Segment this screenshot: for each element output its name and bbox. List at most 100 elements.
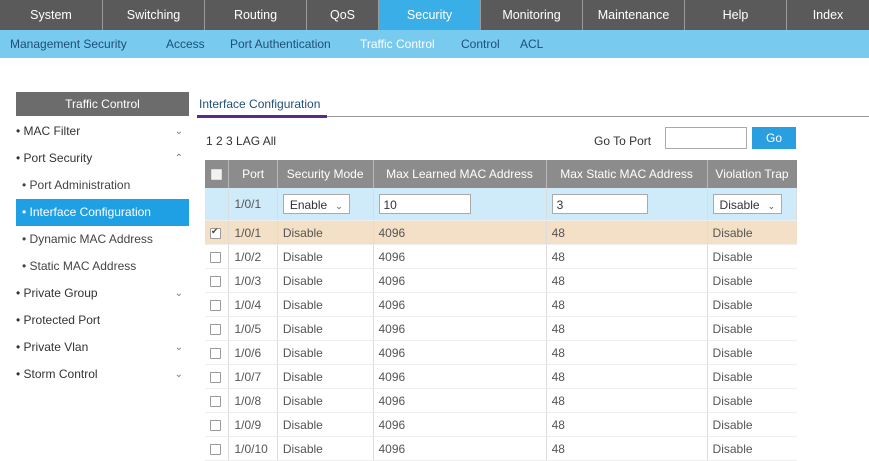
row-max-learned: 4096 <box>378 369 406 384</box>
row-security-mode: Disable <box>282 273 323 288</box>
nav-tab-monitoring[interactable]: Monitoring <box>481 0 583 30</box>
row-violation-trap: Disable <box>712 345 753 360</box>
table-row[interactable]: 1/0/6 Disable 4096 48 Disable <box>205 340 797 365</box>
table-row[interactable]: 1/0/2 Disable 4096 48 Disable <box>205 244 797 269</box>
row-checkbox[interactable] <box>210 419 221 431</box>
subnav-port-authentication[interactable]: Port Authentication <box>230 30 331 58</box>
row-checkbox[interactable] <box>210 251 221 263</box>
row-violation-trap-cell: Disable <box>707 412 797 437</box>
tab-interface-configuration[interactable]: Interface Configuration <box>199 97 320 111</box>
table-row[interactable]: 1/0/8 Disable 4096 48 Disable <box>205 388 797 413</box>
max-learned-mac-input[interactable]: 10 <box>378 194 471 214</box>
row-checkbox[interactable] <box>210 299 221 311</box>
row-max-learned-cell: 4096 <box>373 244 547 269</box>
edit-row-port: 1/0/1 <box>228 188 278 221</box>
sidebar-item-dynamic-mac-address[interactable]: • Dynamic MAC Address <box>16 226 189 253</box>
row-max-static-cell: 48 <box>546 364 708 389</box>
row-max-static: 48 <box>551 297 565 312</box>
chevron-down-icon: ⌄ <box>174 342 183 353</box>
select-all-header[interactable] <box>205 160 230 188</box>
sidebar-item-mac-filter[interactable]: • MAC Filter ⌄ <box>16 118 189 145</box>
row-security-mode-cell: Disable <box>277 340 374 365</box>
nav-tab-qos[interactable]: QoS <box>307 0 379 30</box>
goto-port-input[interactable] <box>665 127 747 149</box>
nav-tab-switching[interactable]: Switching <box>103 0 205 30</box>
row-violation-trap: Disable <box>712 297 753 312</box>
nav-tab-maintenance[interactable]: Maintenance <box>583 0 685 30</box>
header-security-mode: Security Mode <box>277 160 374 188</box>
sidebar-item-storm-control[interactable]: • Storm Control ⌄ <box>16 361 189 388</box>
row-security-mode: Disable <box>282 297 323 312</box>
nav-tab-security[interactable]: Security <box>379 0 481 30</box>
chevron-down-icon: ⌄ <box>335 201 343 211</box>
row-checkbox[interactable] <box>210 395 221 407</box>
row-max-learned: 4096 <box>378 321 406 336</box>
go-button[interactable]: Go <box>752 127 796 149</box>
subnav-acl[interactable]: ACL <box>520 30 543 58</box>
table-row[interactable]: 1/0/3 Disable 4096 48 Disable <box>205 268 797 293</box>
table-row[interactable]: 1/0/9 Disable 4096 48 Disable <box>205 412 797 437</box>
row-max-static-cell: 48 <box>546 220 708 245</box>
security-mode-select[interactable]: Enable ⌄ <box>282 194 350 214</box>
sidebar-item-interface-configuration[interactable]: • Interface Configuration <box>16 199 189 226</box>
row-max-static: 48 <box>551 321 565 336</box>
table-row[interactable]: 1/0/1 Disable 4096 48 Disable <box>205 220 797 245</box>
row-port-cell: 1/0/2 <box>228 244 278 269</box>
row-security-mode: Disable <box>282 369 323 384</box>
row-security-mode-cell: Disable <box>277 244 374 269</box>
sidebar-item-static-mac-address[interactable]: • Static MAC Address <box>16 253 189 280</box>
max-static-mac-input[interactable]: 3 <box>551 194 648 214</box>
table-row[interactable]: 1/0/7 Disable 4096 48 Disable <box>205 364 797 389</box>
row-checkbox[interactable] <box>210 347 221 359</box>
row-checkbox[interactable] <box>210 443 221 455</box>
table-row[interactable]: 1/0/10 Disable 4096 48 Disable <box>205 436 797 461</box>
row-violation-trap: Disable <box>712 369 753 384</box>
goto-port-label: Go To Port <box>594 134 652 148</box>
row-port-cell: 1/0/3 <box>228 268 278 293</box>
row-port-cell: 1/0/1 <box>228 220 278 245</box>
row-violation-trap: Disable <box>712 273 753 288</box>
chevron-down-icon: ⌄ <box>174 126 183 137</box>
row-port-cell: 1/0/8 <box>228 388 278 413</box>
nav-tab-index[interactable]: Index <box>787 0 869 30</box>
table-row[interactable]: 1/0/4 Disable 4096 48 Disable <box>205 292 797 317</box>
row-max-learned: 4096 <box>378 441 406 456</box>
row-max-learned-cell: 4096 <box>373 436 547 461</box>
row-max-static: 48 <box>551 369 565 384</box>
select-all-checkbox[interactable] <box>211 169 223 181</box>
row-checkbox[interactable] <box>210 275 221 287</box>
subnav-access[interactable]: Access <box>166 30 205 58</box>
sidebar-item-protected-port[interactable]: • Protected Port <box>16 307 189 334</box>
edit-row: 1/0/1 Enable ⌄ 10 3 Disable ⌄ <box>205 188 798 221</box>
row-security-mode: Disable <box>282 345 323 360</box>
row-violation-trap: Disable <box>712 249 753 264</box>
row-violation-trap-cell: Disable <box>707 364 797 389</box>
nav-tab-help[interactable]: Help <box>685 0 787 30</box>
row-max-learned: 4096 <box>378 393 406 408</box>
edit-row-learned-cell: 10 <box>373 188 547 221</box>
table-row[interactable]: 1/0/5 Disable 4096 48 Disable <box>205 316 797 341</box>
row-max-learned: 4096 <box>378 345 406 360</box>
sidebar-item-private-group[interactable]: • Private Group ⌄ <box>16 280 189 307</box>
row-checkbox-cell <box>205 412 230 437</box>
violation-trap-select[interactable]: Disable ⌄ <box>712 194 783 214</box>
sidebar-item-private-vlan[interactable]: • Private Vlan ⌄ <box>16 334 189 361</box>
subnav-management-security[interactable]: Management Security <box>10 30 127 58</box>
nav-tab-routing[interactable]: Routing <box>205 0 307 30</box>
subnav-control[interactable]: Control <box>461 30 500 58</box>
sidebar-item-port-administration[interactable]: • Port Administration <box>16 172 189 199</box>
table-header-row: Port Security Mode Max Learned MAC Addre… <box>205 160 797 188</box>
nav-tab-system[interactable]: System <box>0 0 103 30</box>
row-port: 1/0/5 <box>234 321 262 336</box>
row-port-cell: 1/0/5 <box>228 316 278 341</box>
edit-row-trap-cell: Disable ⌄ <box>707 188 798 221</box>
chevron-down-icon: ⌄ <box>174 288 183 299</box>
sidebar-item-port-security[interactable]: • Port Security ⌃ <box>16 145 189 172</box>
row-checkbox[interactable] <box>210 371 221 383</box>
row-port-cell: 1/0/10 <box>228 436 278 461</box>
subnav-traffic-control[interactable]: Traffic Control <box>360 30 435 58</box>
page-selector[interactable]: 1 2 3 LAG All <box>206 134 276 148</box>
row-security-mode: Disable <box>282 249 323 264</box>
row-checkbox[interactable] <box>210 323 221 335</box>
row-checkbox[interactable] <box>210 226 221 239</box>
